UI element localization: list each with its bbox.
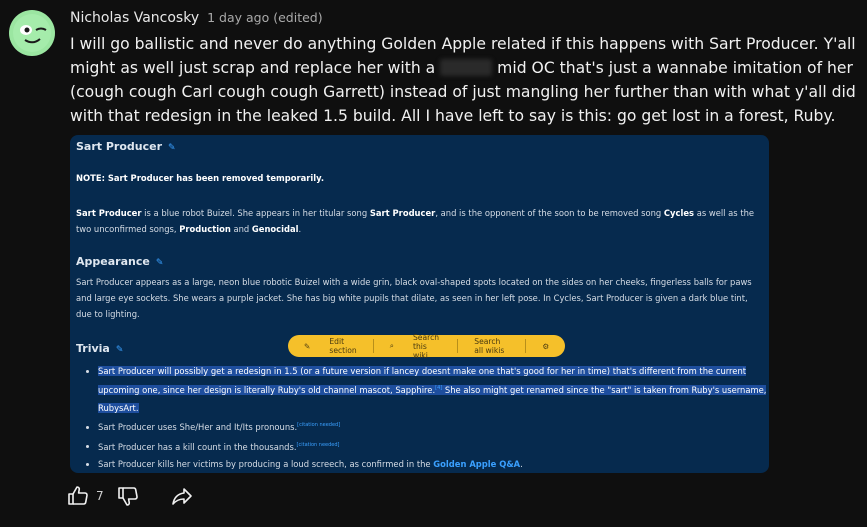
trivia-text-2: Sart Producer uses She/Her and It/Its pr… [98, 422, 298, 433]
intro-text-5: . [298, 224, 302, 234]
intro-name: Sart Producer [76, 208, 142, 218]
wiki-title-text: Sart Producer [76, 140, 163, 153]
intro-cycles: Cycles [663, 208, 695, 218]
redacted-word [440, 59, 493, 76]
thumbs-down-icon [117, 487, 138, 506]
settings-button[interactable]: ⚙ [525, 339, 565, 353]
edit-pencil-icon: ✎ [155, 258, 164, 268]
search-all-wikis-button[interactable]: Search all wikis [457, 337, 525, 355]
appearance-heading: Appearance ✎ [76, 255, 163, 268]
pencil-icon: ✎ [304, 341, 311, 351]
intro-genocidal: Genocidal [251, 224, 299, 234]
comment-header: Nicholas Vancosky 1 day ago (edited) [70, 10, 323, 26]
share-button[interactable] [170, 484, 194, 508]
citation-needed[interactable]: [citation needed] [297, 422, 340, 428]
search-all-wikis-label: Search all wikis [474, 337, 505, 355]
intro-production: Production [179, 224, 231, 234]
trivia-heading-text: Trivia [76, 342, 110, 355]
intro-text-2: , and is the opponent of the soon to be … [435, 208, 662, 218]
avatar-icon [13, 14, 51, 52]
selection-toolbar: ✎ Edit section ⌕ Search this wiki Search a… [288, 332, 565, 360]
dislike-button[interactable] [116, 484, 140, 508]
author-name[interactable]: Nicholas Vancosky [70, 10, 199, 26]
search-icon: ⌕ [389, 341, 394, 350]
trivia-item: Sart Producer will possibly get a redesi… [98, 363, 769, 417]
intro-text-4: and [233, 224, 250, 234]
appearance-heading-text: Appearance [76, 255, 150, 268]
intro-text-1: is a blue robot Buizel. She appears in h… [144, 208, 368, 218]
comment-text: I will go ballistic and never do anythin… [70, 32, 860, 128]
search-wiki-button[interactable]: ⌕ Search this wiki [372, 332, 458, 360]
citation-link[interactable]: [4] [435, 386, 442, 392]
gear-icon: ⚙ [542, 341, 549, 351]
wiki-note: NOTE: Sart Producer has been removed tem… [76, 173, 325, 183]
like-button[interactable]: 7 [66, 484, 104, 508]
search-wiki-label: Search this wiki [412, 332, 440, 360]
trivia-text-3: Sart Producer has a kill count in the th… [98, 441, 297, 452]
edit-pencil-icon: ✎ [168, 143, 176, 153]
edit-section-button[interactable]: ✎ Edit section [288, 337, 373, 355]
trivia-text-4-end: . [520, 458, 523, 469]
comment-actions: 7 [66, 484, 194, 508]
appearance-text: Sart Producer appears as a large, neon b… [76, 277, 752, 319]
trivia-item: Sart Producer uses She/Her and It/Its pr… [98, 417, 769, 436]
thumbs-up-icon [68, 486, 88, 505]
wiki-title: Sart Producer ✎ [76, 140, 176, 153]
wiki-intro: Sart Producer is a blue robot Buizel. Sh… [76, 205, 760, 237]
share-icon [171, 488, 192, 505]
like-count: 7 [96, 489, 104, 503]
trivia-item: Sart Producer has a kill count in the th… [98, 437, 769, 456]
edit-section-label: Edit section [329, 337, 357, 355]
comment-timestamp[interactable]: 1 day ago (edited) [207, 10, 323, 25]
trivia-text-4: Sart Producer kills her victims by produ… [98, 458, 431, 469]
citation-needed[interactable]: [citation needed] [297, 442, 340, 448]
trivia-item: Sart Producer kills her victims by produ… [98, 456, 769, 473]
wiki-screenshot: Sart Producer ✎ NOTE: Sart Producer has b… [70, 135, 769, 473]
intro-song: Sart Producer [369, 208, 436, 218]
trivia-list: Sart Producer will possibly get a redesi… [76, 363, 769, 473]
trivia-heading: Trivia ✎ [76, 342, 123, 355]
edit-pencil-icon: ✎ [115, 345, 124, 355]
avatar[interactable] [9, 10, 55, 56]
golden-apple-qa-link[interactable]: Golden Apple Q&A [433, 459, 520, 469]
